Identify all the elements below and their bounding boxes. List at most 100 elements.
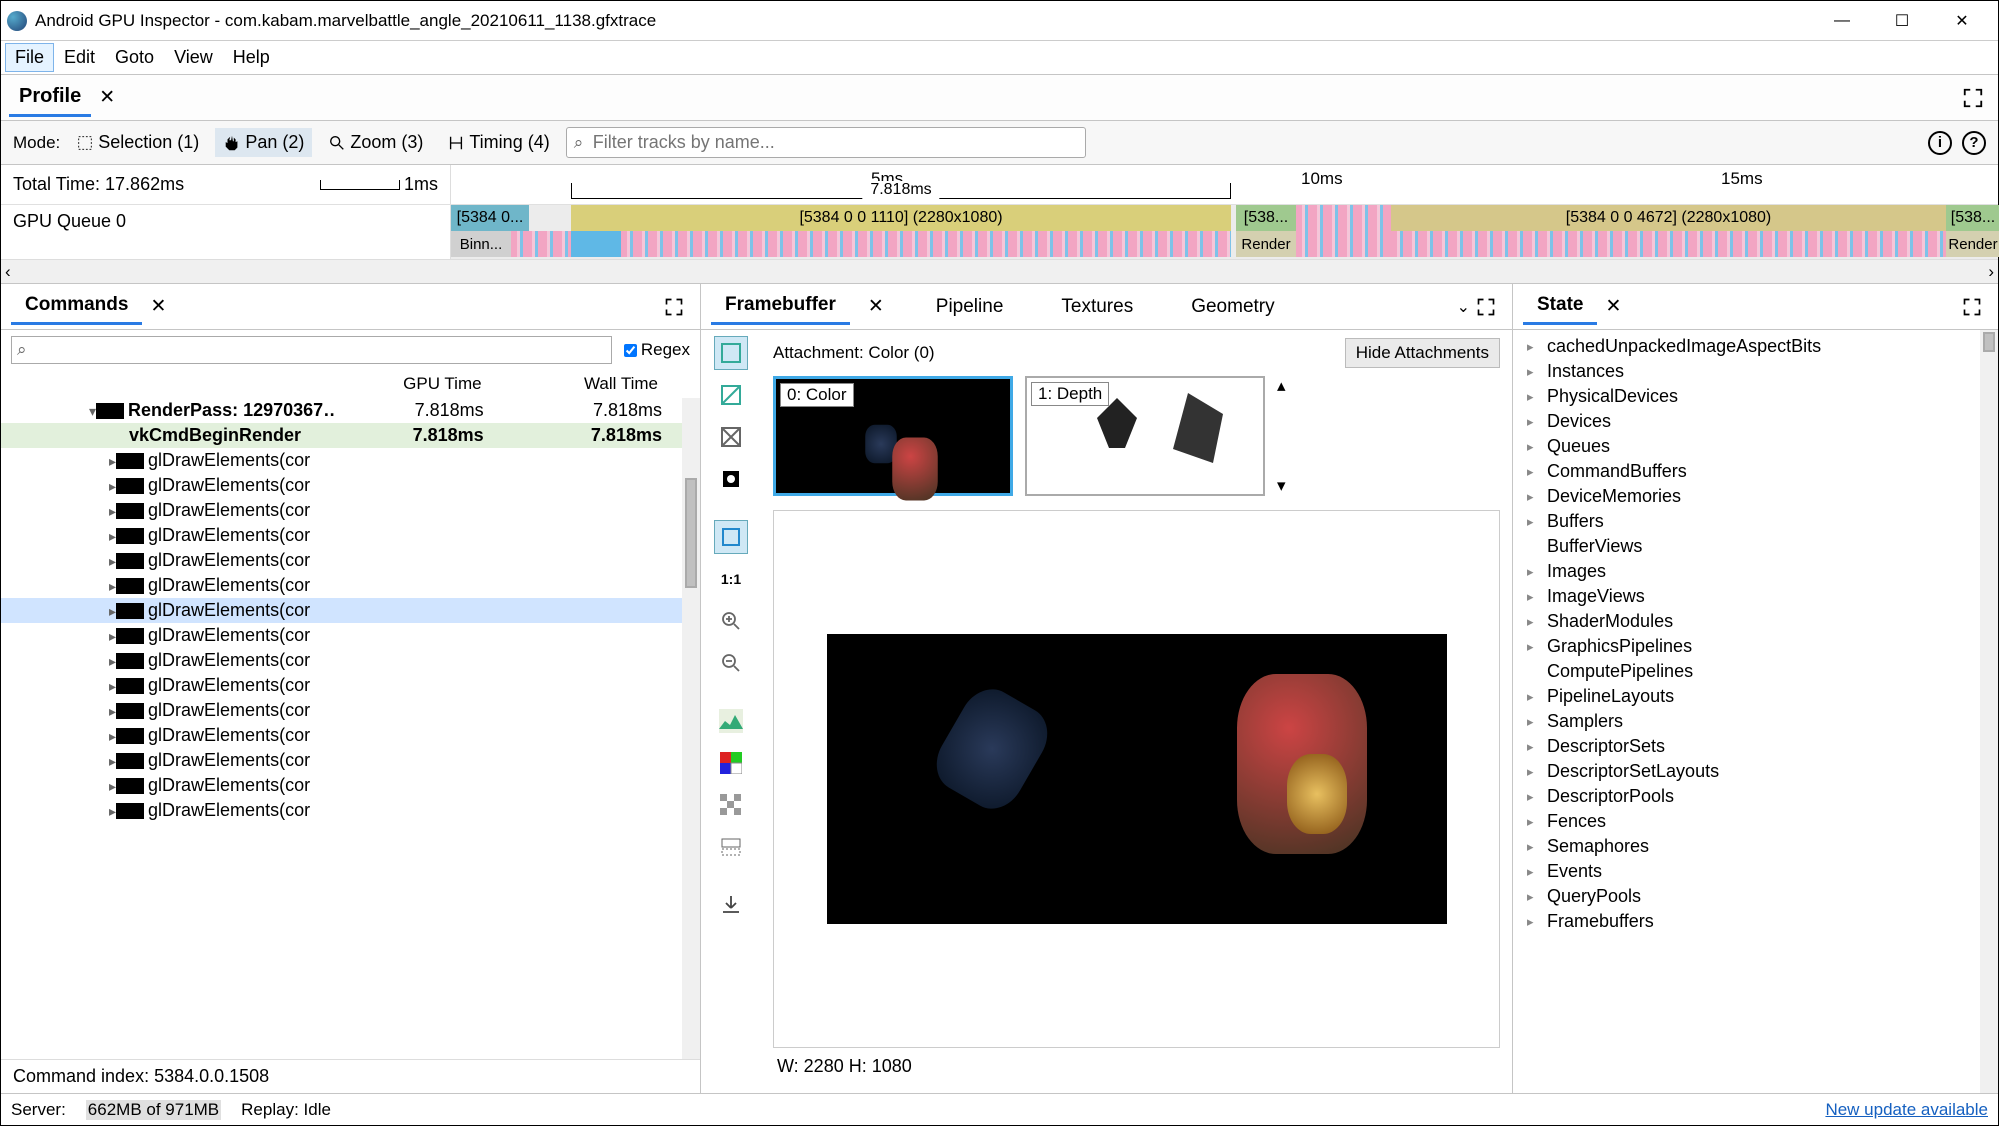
state-item[interactable]: ▸Samplers — [1521, 709, 1990, 734]
command-row[interactable]: ▸glDrawElements(cor — [1, 573, 700, 598]
state-item[interactable]: ComputePipelines — [1521, 659, 1990, 684]
state-item[interactable]: ▸PipelineLayouts — [1521, 684, 1990, 709]
state-item[interactable]: ▸DescriptorPools — [1521, 784, 1990, 809]
state-item[interactable]: ▸Instances — [1521, 359, 1990, 384]
framebuffer-fullscreen-icon[interactable] — [1470, 297, 1502, 317]
maximize-button[interactable]: ☐ — [1872, 2, 1932, 40]
thumb-color[interactable]: 0: Color — [773, 376, 1013, 496]
mode-zoom[interactable]: Zoom (3) — [320, 128, 431, 157]
thumbs-scrollbar[interactable]: ▴▾ — [1277, 376, 1295, 496]
command-row[interactable]: ▸glDrawElements(cor — [1, 723, 700, 748]
commands-close-icon[interactable]: ✕ — [142, 295, 174, 318]
mode-pan[interactable]: Pan (2) — [215, 128, 312, 157]
col-wall-time[interactable]: Wall Time — [512, 374, 688, 394]
timeline-hscroll[interactable]: ‹› — [1, 259, 1998, 283]
fb-tool-wireframe-icon[interactable] — [714, 378, 748, 412]
command-row[interactable]: ▸glDrawElements(cor — [1, 673, 700, 698]
command-search-input[interactable] — [11, 336, 612, 364]
fb-tool-zoomin-icon[interactable] — [714, 604, 748, 638]
fullscreen-icon[interactable] — [1956, 87, 1990, 109]
state-item[interactable]: ▸cachedUnpackedImageAspectBits — [1521, 334, 1990, 359]
framebuffer-close-icon[interactable]: ✕ — [860, 295, 892, 318]
tab-textures[interactable]: Textures — [1047, 290, 1147, 324]
fb-tool-histogram-icon[interactable] — [714, 704, 748, 738]
track-filter-input[interactable] — [566, 127, 1086, 158]
command-row[interactable]: ▸glDrawElements(cor — [1, 498, 700, 523]
command-row[interactable]: ▸glDrawElements(cor — [1, 798, 700, 823]
state-item[interactable]: ▸Devices — [1521, 409, 1990, 434]
command-row[interactable]: ▸glDrawElements(cor — [1, 548, 700, 573]
state-item[interactable]: ▸Buffers — [1521, 509, 1990, 534]
fb-tool-fit-icon[interactable] — [714, 520, 748, 554]
command-row[interactable]: vkCmdBeginRender7.818ms7.818ms — [1, 423, 700, 448]
fb-tool-flip-icon[interactable] — [714, 830, 748, 864]
command-row[interactable]: ▸glDrawElements(cor — [1, 698, 700, 723]
state-item[interactable]: ▸DescriptorSets — [1521, 734, 1990, 759]
menu-goto[interactable]: Goto — [105, 43, 164, 72]
fb-tool-zoomout-icon[interactable] — [714, 646, 748, 680]
commands-fullscreen-icon[interactable] — [658, 297, 690, 317]
state-item[interactable]: ▸CommandBuffers — [1521, 459, 1990, 484]
regex-checkbox-input[interactable] — [624, 344, 637, 357]
command-row[interactable]: ▸glDrawElements(cor — [1, 623, 700, 648]
state-tree[interactable]: ▸cachedUnpackedImageAspectBits▸Instances… — [1513, 330, 1998, 1093]
seg-c[interactable]: [538... — [1236, 205, 1296, 231]
fb-tool-overlay-icon[interactable] — [714, 420, 748, 454]
commands-scrollbar[interactable] — [682, 398, 700, 1059]
fb-tool-channels-icon[interactable] — [714, 746, 748, 780]
update-available-link[interactable]: New update available — [1825, 1100, 1988, 1120]
state-item[interactable]: ▸Framebuffers — [1521, 909, 1990, 934]
tab-pipeline[interactable]: Pipeline — [922, 290, 1018, 324]
fb-dropdown-icon[interactable]: ⌄ — [1457, 297, 1470, 317]
thumb-depth[interactable]: 1: Depth — [1025, 376, 1265, 496]
command-row[interactable]: ▸glDrawElements(cor — [1, 748, 700, 773]
seg-d[interactable]: [5384 0 0 4672] (2280x1080) — [1391, 205, 1946, 231]
command-row[interactable]: ▸glDrawElements(cor — [1, 598, 700, 623]
command-row[interactable]: ▸glDrawElements(cor — [1, 523, 700, 548]
close-button[interactable]: ✕ — [1932, 2, 1992, 40]
gpu-lane[interactable]: [5384 0... Binn... [5384 0 0 1110] (2280… — [451, 205, 1998, 259]
state-item[interactable]: ▸Fences — [1521, 809, 1990, 834]
menu-file[interactable]: File — [5, 43, 54, 72]
state-item[interactable]: ▸DeviceMemories — [1521, 484, 1990, 509]
menu-view[interactable]: View — [164, 43, 223, 72]
seg-a2[interactable]: Binn... — [451, 231, 511, 257]
tab-profile-close-icon[interactable]: ✕ — [91, 86, 123, 109]
state-scrollbar[interactable] — [1980, 330, 1998, 1093]
fb-tool-save-icon[interactable] — [714, 888, 748, 922]
state-fullscreen-icon[interactable] — [1956, 297, 1988, 317]
fb-tool-color-icon[interactable] — [714, 336, 748, 370]
tab-geometry[interactable]: Geometry — [1177, 290, 1288, 324]
seg-e2[interactable]: Render — [1946, 231, 1999, 257]
tab-commands[interactable]: Commands — [11, 288, 142, 325]
state-item[interactable]: BufferViews — [1521, 534, 1990, 559]
seg-c2[interactable]: Render — [1236, 231, 1296, 257]
state-item[interactable]: ▸Events — [1521, 859, 1990, 884]
state-item[interactable]: ▸GraphicsPipelines — [1521, 634, 1990, 659]
command-list[interactable]: ▾RenderPass: 12970367…7.818ms7.818msvkCm… — [1, 398, 700, 1059]
seg-a[interactable]: [5384 0... — [451, 205, 529, 231]
command-row[interactable]: ▸glDrawElements(cor — [1, 473, 700, 498]
fb-tool-solid-icon[interactable] — [714, 462, 748, 496]
info-icon[interactable]: i — [1928, 131, 1952, 155]
state-item[interactable]: ▸Queues — [1521, 434, 1990, 459]
state-close-icon[interactable]: ✕ — [1597, 295, 1629, 318]
mode-selection[interactable]: Selection (1) — [68, 128, 207, 157]
state-item[interactable]: ▸ShaderModules — [1521, 609, 1990, 634]
tab-state[interactable]: State — [1523, 288, 1597, 325]
state-item[interactable]: ▸Images — [1521, 559, 1990, 584]
state-item[interactable]: ▸PhysicalDevices — [1521, 384, 1990, 409]
command-row[interactable]: ▸glDrawElements(cor — [1, 648, 700, 673]
seg-e[interactable]: [538... — [1946, 205, 1999, 231]
col-gpu-time[interactable]: GPU Time — [335, 374, 511, 394]
command-row[interactable]: ▸glDrawElements(cor — [1, 448, 700, 473]
framebuffer-view[interactable] — [773, 510, 1500, 1048]
state-item[interactable]: ▸DescriptorSetLayouts — [1521, 759, 1990, 784]
state-item[interactable]: ▸Semaphores — [1521, 834, 1990, 859]
fb-tool-actual-icon[interactable]: 1:1 — [714, 562, 748, 596]
seg-b[interactable]: [5384 0 0 1110] (2280x1080) — [571, 205, 1231, 231]
timeline-ruler[interactable]: 5ms 10ms 15ms 7.818ms — [451, 165, 1998, 204]
help-icon[interactable]: ? — [1962, 131, 1986, 155]
mode-timing[interactable]: Timing (4) — [439, 128, 557, 157]
tab-profile[interactable]: Profile — [9, 79, 91, 117]
